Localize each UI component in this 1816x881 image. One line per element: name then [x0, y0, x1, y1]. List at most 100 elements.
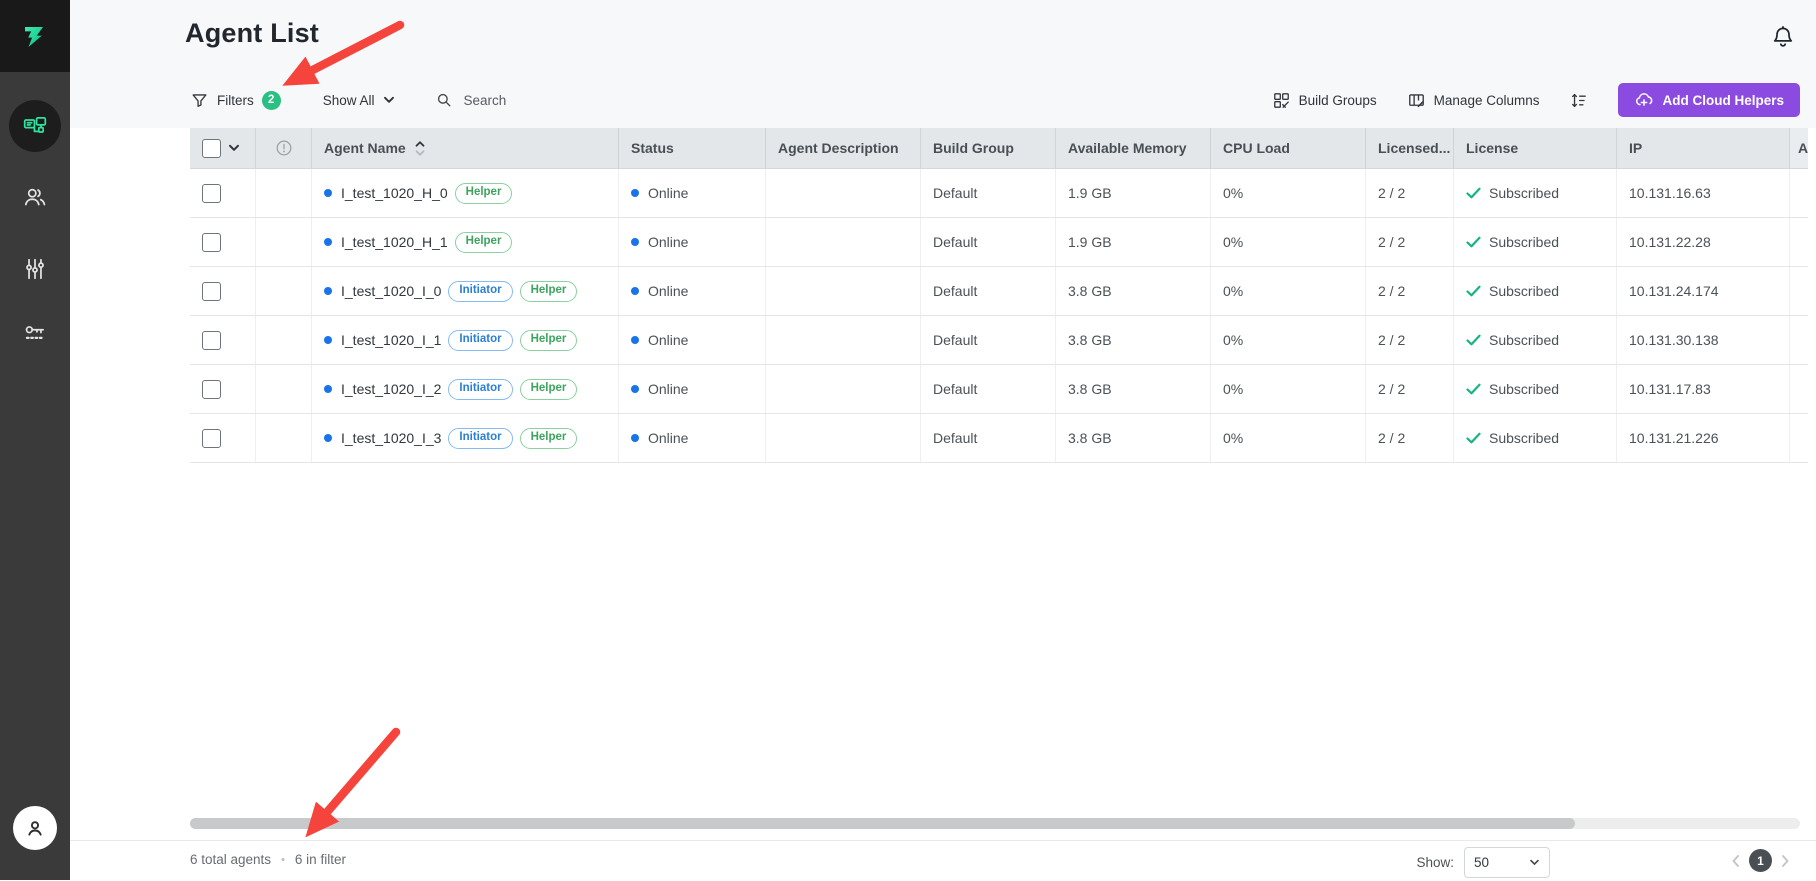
ip-cell: 10.131.24.174 [1617, 267, 1790, 315]
row-checkbox[interactable] [202, 429, 221, 448]
show-all-dropdown[interactable]: Show All [323, 93, 395, 108]
cpu-load-cell: 0% [1211, 365, 1366, 413]
column-header-available-memory[interactable]: Available Memory [1056, 128, 1211, 168]
license-cell: Subscribed [1454, 414, 1617, 462]
row-checkbox[interactable] [202, 184, 221, 203]
chevron-left-icon [1731, 854, 1740, 868]
helper-badge: Helper [455, 183, 513, 204]
agent-badges: InitiatorHelper [441, 280, 577, 302]
build-groups-button[interactable]: Build Groups [1272, 91, 1377, 110]
agent-name-cell[interactable]: I_test_1020_H_0 Helper [312, 169, 619, 217]
ip-cell: 10.131.22.28 [1617, 218, 1790, 266]
license-cell: Subscribed [1454, 316, 1617, 364]
agent-name-cell[interactable]: I_test_1020_I_1 InitiatorHelper [312, 316, 619, 364]
row-checkbox[interactable] [202, 233, 221, 252]
select-all-checkbox[interactable] [202, 139, 221, 158]
license-cell: Subscribed [1454, 365, 1617, 413]
licensed-cell: 2 / 2 [1366, 365, 1454, 413]
column-header-status[interactable]: Status [619, 128, 766, 168]
row-height-button[interactable] [1569, 91, 1588, 110]
licensed-cell: 2 / 2 [1366, 169, 1454, 217]
table-row: I_test_1020_I_3 InitiatorHelper Online D… [190, 414, 1808, 463]
helper-badge: Helper [520, 428, 578, 449]
column-header-license[interactable]: License [1454, 128, 1617, 168]
row-alert-cell [256, 414, 312, 462]
clipped-cell [1790, 267, 1808, 315]
notification-bell-icon [1770, 24, 1796, 50]
show-all-label: Show All [323, 93, 375, 108]
description-cell [766, 316, 921, 364]
agent-name-cell[interactable]: I_test_1020_I_3 InitiatorHelper [312, 414, 619, 462]
table-header-row: Agent Name Status Agent Description Buil… [190, 128, 1808, 169]
chevron-right-icon [1781, 854, 1790, 868]
user-avatar[interactable] [13, 806, 57, 850]
search-input[interactable] [462, 92, 596, 109]
app-logo[interactable] [0, 0, 70, 72]
filter-icon [190, 91, 209, 110]
initiator-badge: Initiator [448, 428, 512, 449]
agent-name-cell[interactable]: I_test_1020_I_2 InitiatorHelper [312, 365, 619, 413]
add-cloud-helpers-button[interactable]: Add Cloud Helpers [1618, 83, 1800, 117]
row-select-cell [190, 218, 256, 266]
select-all-cell [190, 128, 256, 168]
column-header-agent-name[interactable]: Agent Name [312, 128, 619, 168]
row-alert-cell [256, 267, 312, 315]
page-title: Agent List [185, 18, 319, 49]
agent-badges: InitiatorHelper [441, 378, 577, 400]
build-groups-label: Build Groups [1299, 93, 1377, 108]
ip-cell: 10.131.16.63 [1617, 169, 1790, 217]
current-page-button[interactable]: 1 [1749, 849, 1772, 872]
notifications-button[interactable] [1768, 22, 1798, 52]
column-header-licensed[interactable]: Licensed... [1366, 128, 1454, 168]
page-size-group: Show: 50 [1416, 847, 1550, 878]
sidebar-item-users[interactable] [13, 175, 57, 219]
sidebar-item-settings[interactable] [13, 247, 57, 291]
build-group-cell: Default [921, 316, 1056, 364]
row-select-cell [190, 267, 256, 315]
prev-page-button[interactable] [1731, 854, 1740, 868]
table-body: I_test_1020_H_0 Helper Online Default 1.… [190, 169, 1808, 463]
agent-counts: 6 total agents • 6 in filter [190, 852, 346, 867]
column-header-cpu-load[interactable]: CPU Load [1211, 128, 1366, 168]
column-header-build-group[interactable]: Build Group [921, 128, 1056, 168]
page-size-select[interactable]: 50 [1464, 847, 1550, 878]
status-cell: Online [619, 218, 766, 266]
status-text: Online [648, 234, 688, 250]
clipped-cell [1790, 218, 1808, 266]
status-text: Online [648, 430, 688, 446]
clipped-cell [1790, 169, 1808, 217]
sidebar-item-agents[interactable] [9, 100, 61, 152]
table-row: I_test_1020_I_2 InitiatorHelper Online D… [190, 365, 1808, 414]
sort-icon[interactable] [415, 140, 425, 157]
filters-button[interactable]: Filters 2 [190, 91, 281, 110]
build-group-cell: Default [921, 414, 1056, 462]
status-cell: Online [619, 365, 766, 413]
agent-name-cell[interactable]: I_test_1020_H_1 Helper [312, 218, 619, 266]
clipped-cell [1790, 316, 1808, 364]
select-menu-chevron-icon[interactable] [228, 144, 240, 152]
agent-badges: Helper [448, 231, 513, 253]
build-groups-icon [1272, 91, 1291, 110]
cpu-load-cell: 0% [1211, 414, 1366, 462]
sidebar-item-license[interactable] [13, 311, 57, 355]
manage-columns-button[interactable]: Manage Columns [1407, 91, 1540, 110]
agent-table: Agent Name Status Agent Description Buil… [190, 128, 1808, 463]
agent-name-cell[interactable]: I_test_1020_I_0 InitiatorHelper [312, 267, 619, 315]
column-header-clipped[interactable]: A [1790, 128, 1808, 168]
row-checkbox[interactable] [202, 282, 221, 301]
footer-bar: 6 total agents • 6 in filter Show: 50 1 [70, 840, 1816, 881]
row-select-cell [190, 316, 256, 364]
online-dot [631, 189, 639, 197]
build-group-cell: Default [921, 218, 1056, 266]
agent-list-page: Agent List Filters 2 Show All [0, 0, 1816, 880]
description-cell [766, 218, 921, 266]
row-checkbox[interactable] [202, 380, 221, 399]
column-header-agent-description[interactable]: Agent Description [766, 128, 921, 168]
column-header-ip[interactable]: IP [1617, 128, 1790, 168]
row-alert-cell [256, 218, 312, 266]
row-checkbox[interactable] [202, 331, 221, 350]
horizontal-scrollbar[interactable] [190, 818, 1800, 829]
licensed-cell: 2 / 2 [1366, 316, 1454, 364]
next-page-button[interactable] [1781, 854, 1790, 868]
scrollbar-thumb[interactable] [190, 818, 1575, 829]
